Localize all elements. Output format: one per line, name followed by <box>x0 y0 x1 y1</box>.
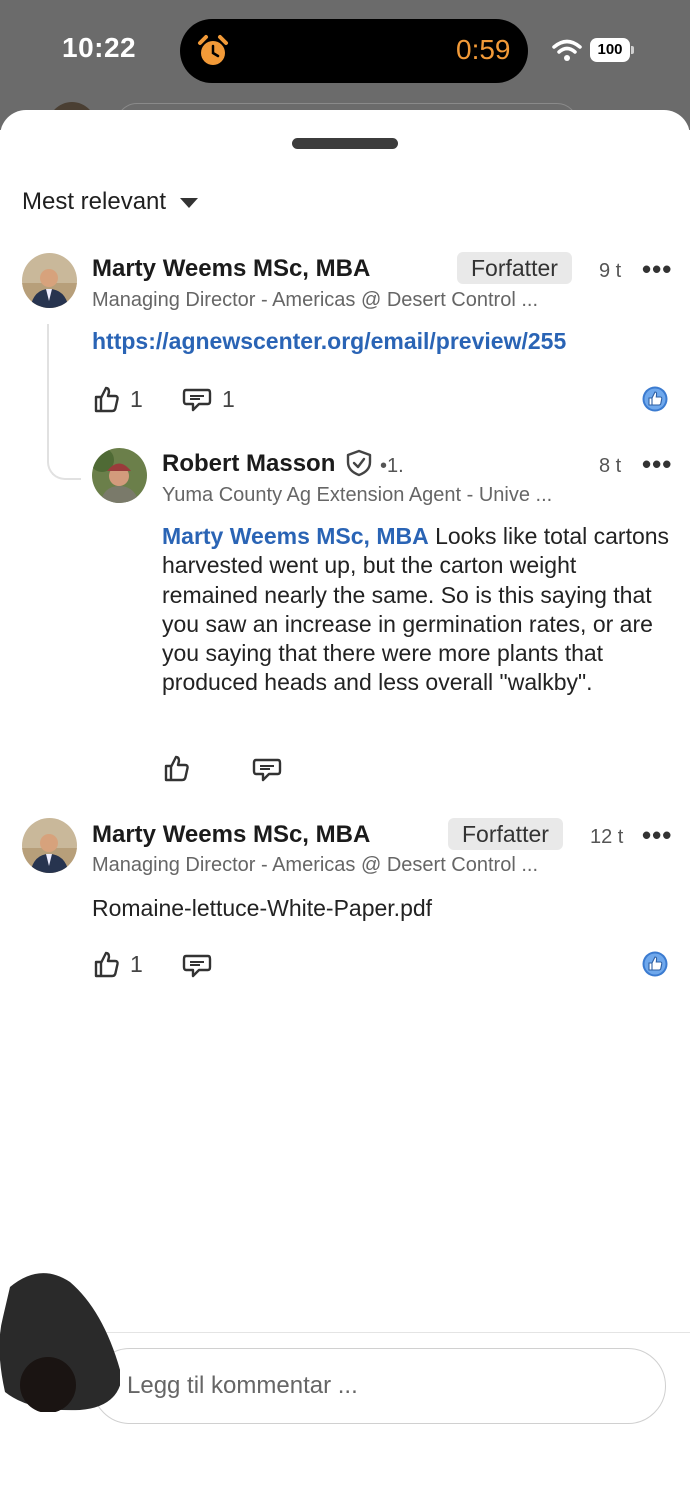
status-bar: 10:22 0:59 100 <box>0 0 690 100</box>
reply-author[interactable]: Robert Masson <box>162 450 335 478</box>
comment-input[interactable]: Legg til kommentar ... <box>92 1348 666 1424</box>
more-options-icon[interactable]: ••• <box>642 820 672 851</box>
battery-nub <box>631 46 634 54</box>
avatar[interactable] <box>22 253 77 308</box>
speech-bubble-icon <box>252 758 282 782</box>
sheet-drag-handle[interactable] <box>292 138 398 149</box>
reply-headline: Yuma County Ag Extension Agent - Unive .… <box>162 484 553 506</box>
author-headline: Managing Director - Americas @ Desert Co… <box>92 289 539 311</box>
mention-link[interactable]: Marty Weems MSc, MBA <box>162 523 429 549</box>
battery-level: 100 <box>590 38 630 62</box>
thumbs-up-icon <box>94 386 119 413</box>
thread-connector <box>47 324 81 480</box>
like-reaction-icon[interactable] <box>642 386 668 412</box>
like-count: 1 <box>130 385 143 412</box>
attachment-filename[interactable]: Romaine-lettuce-White-Paper.pdf <box>92 895 432 922</box>
sort-label: Mest relevant <box>22 188 167 215</box>
connection-degree: •1. <box>380 455 404 477</box>
thumbs-up-icon <box>94 951 119 978</box>
like-button[interactable] <box>162 754 190 782</box>
comment-input-placeholder: Legg til kommentar ... <box>127 1372 358 1399</box>
caret-down-icon <box>180 198 199 208</box>
comment-author[interactable]: Marty Weems MSc, MBA <box>92 821 370 849</box>
comment-author[interactable]: Marty Weems MSc, MBA <box>92 255 370 283</box>
reply-count: 1 <box>222 385 235 412</box>
reply-button[interactable] <box>252 755 282 783</box>
speech-bubble-icon <box>182 388 212 412</box>
author-badge: Forfatter <box>448 818 563 850</box>
like-count: 1 <box>130 950 143 977</box>
reply-button[interactable] <box>182 951 212 979</box>
verified-shield-icon <box>346 449 372 477</box>
timer-readout: 0:59 <box>456 34 511 65</box>
reply-button[interactable]: 1 <box>182 385 235 413</box>
comments-sheet: Mest relevant Marty Weems MSc, MBA Forfa… <box>0 110 690 1495</box>
comment-age: 9 t <box>599 260 622 282</box>
author-headline: Managing Director - Americas @ Desert Co… <box>92 854 539 876</box>
sort-dropdown[interactable]: Mest relevant <box>22 188 199 216</box>
like-button[interactable]: 1 <box>92 385 143 413</box>
battery-indicator: 100 <box>590 38 634 62</box>
like-button[interactable]: 1 <box>92 950 143 978</box>
comment-link[interactable]: https://agnewscenter.org/email/preview/2… <box>92 328 566 355</box>
reply-text: Marty Weems MSc, MBA Looks like total ca… <box>162 522 672 698</box>
speech-bubble-icon <box>182 954 212 978</box>
like-reaction-icon[interactable] <box>642 951 668 977</box>
thumbs-up-icon <box>164 755 189 782</box>
own-avatar[interactable] <box>0 1267 120 1412</box>
clock: 10:22 <box>62 32 137 63</box>
more-options-icon[interactable]: ••• <box>642 449 672 480</box>
avatar[interactable] <box>22 818 77 873</box>
author-badge: Forfatter <box>457 252 572 284</box>
more-options-icon[interactable]: ••• <box>642 254 672 285</box>
comment-age: 12 t <box>590 826 624 848</box>
wifi-icon <box>552 39 582 61</box>
reply-age: 8 t <box>599 455 622 477</box>
avatar[interactable] <box>92 448 147 503</box>
alarm-clock-icon <box>198 35 228 65</box>
